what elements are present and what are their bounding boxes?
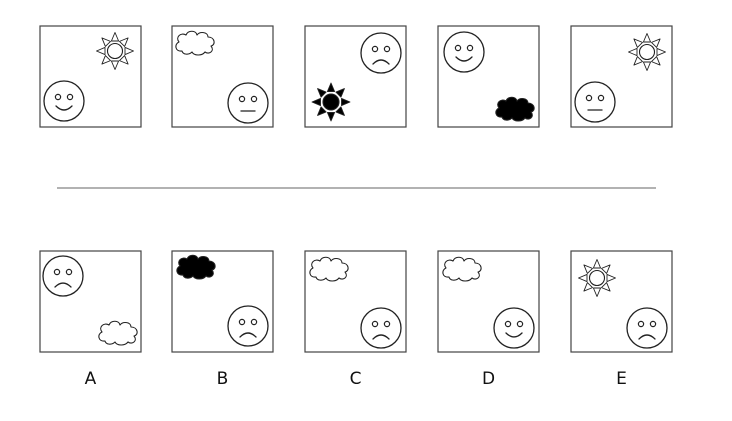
question-panel-2 bbox=[171, 25, 274, 128]
option-label-b[interactable]: B bbox=[217, 369, 229, 389]
question-panel-5 bbox=[570, 25, 673, 128]
face-happy-icon bbox=[443, 31, 485, 73]
answer-option-a[interactable] bbox=[39, 250, 142, 353]
option-label-e[interactable]: E bbox=[616, 369, 627, 389]
face-sad-icon bbox=[42, 255, 84, 297]
option-label-a[interactable]: A bbox=[85, 369, 97, 389]
question-panel-1 bbox=[39, 25, 142, 128]
answer-option-e[interactable] bbox=[570, 250, 673, 353]
face-happy-icon bbox=[493, 307, 535, 349]
option-label-c[interactable]: C bbox=[350, 369, 362, 389]
face-happy-icon bbox=[43, 80, 85, 122]
question-panel-3 bbox=[304, 25, 407, 128]
sun-light-icon bbox=[96, 32, 134, 70]
answer-option-b[interactable] bbox=[171, 250, 274, 353]
face-sad-icon bbox=[227, 305, 269, 347]
face-sad-icon bbox=[360, 307, 402, 349]
sun-light-icon bbox=[578, 259, 616, 297]
answer-options-row: A B C D E bbox=[39, 250, 673, 389]
sun-light-icon bbox=[628, 33, 666, 71]
face-neutral-icon bbox=[227, 82, 269, 124]
face-sad-icon bbox=[626, 307, 668, 349]
face-sad-icon bbox=[360, 32, 402, 74]
option-label-d[interactable]: D bbox=[482, 369, 495, 389]
sun-dark-icon bbox=[311, 82, 351, 122]
answer-option-d[interactable] bbox=[437, 250, 540, 353]
question-sequence-row bbox=[39, 25, 673, 128]
answer-option-c[interactable] bbox=[304, 250, 407, 353]
question-panel-4 bbox=[437, 25, 540, 128]
face-neutral-icon bbox=[574, 81, 616, 123]
puzzle-figure: A B C D E bbox=[39, 25, 673, 389]
